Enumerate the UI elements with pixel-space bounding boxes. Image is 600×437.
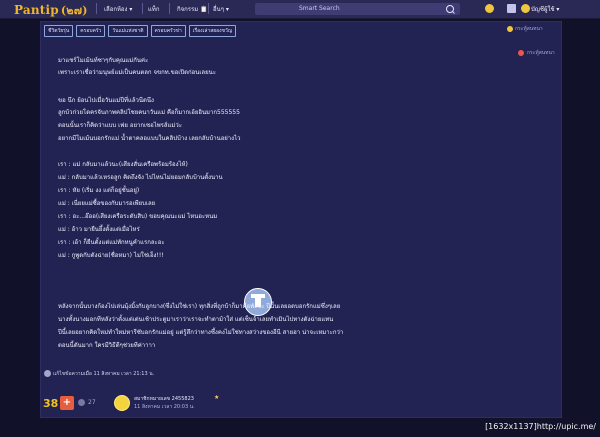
search-icon[interactable] bbox=[446, 5, 454, 13]
post-line: เรา : แม่ กลับมาแล้วนะ(เสียงสั่นเครือพร้… bbox=[58, 161, 188, 168]
edit-icon bbox=[44, 370, 51, 377]
flag-icon bbox=[518, 50, 524, 56]
top-navigation-bar: Pantip (๒๗) เลือกห้อง ▾ แท็ก กิจกรรม 📋 อื… bbox=[0, 0, 600, 19]
avatar-icon[interactable] bbox=[521, 4, 530, 13]
watermark: [1632x1137]http://upic.me/ bbox=[485, 422, 596, 431]
post-footer: 38 + 27 สมาชิกหมายเลข 2455823 11 สิงหาคม… bbox=[41, 394, 561, 412]
post-line: เรา : อะ...อ๊ออ(เสียงเครือระดับสิบ) ขอบค… bbox=[58, 213, 218, 220]
post-line: แม่ : เนี่ยยแม่ซื้อของกับมารอเพียบเลย bbox=[58, 200, 156, 207]
tag-item[interactable]: ครอบครัว bbox=[76, 25, 106, 37]
post-line: หลังจากนั้นบางก้องไปเล่นมุ้งมิ้งกับลูกบา… bbox=[58, 303, 341, 310]
post-line: นางทั้งนางมอกทีหลังว่าตั้งแต่เด่นเช้าประ… bbox=[58, 316, 334, 323]
emotion-icon[interactable] bbox=[78, 399, 85, 406]
nav-separator bbox=[208, 3, 209, 14]
author-avatar[interactable] bbox=[114, 395, 130, 411]
post-line: ตอนนั้นเราก็คิดว่าแบบ เฟย อยากเซอไพรส์แม… bbox=[58, 122, 182, 129]
reply-link[interactable]: กระทู้สนทนา bbox=[515, 25, 543, 33]
tag-item[interactable]: เรื่องเล่าสยองขวัญ bbox=[188, 25, 237, 37]
nav-separator bbox=[169, 3, 170, 14]
post-line: มาแชร์โมเม้นท์ซาๆกับคุณแม่กันค่ะ bbox=[58, 57, 149, 64]
post-line: ปีนี้เลยอยากคิดใหม่ทำใหม่หารีซับอกรักแม่… bbox=[58, 329, 344, 336]
post-line: ลูกบ้วก่วยโดครจับภาพคลิปโชยคนาวันแม่ คือ… bbox=[58, 109, 240, 116]
logo-mark: (๒๗) bbox=[60, 4, 88, 17]
search-input[interactable]: Smart Search bbox=[299, 5, 340, 12]
nav-select-room[interactable]: เลือกห้อง ▾ bbox=[104, 4, 132, 14]
tag-list: ชีวิตวัยรุ่น ครอบครัว วันแม่แห่งชาติ ครอ… bbox=[44, 25, 237, 37]
pantip-logo[interactable]: Pantip (๒๗) bbox=[14, 1, 88, 19]
post-panel: ชีวิตวัยรุ่น ครอบครัว วันแม่แห่งชาติ ครอ… bbox=[40, 21, 562, 418]
nav-separator bbox=[142, 3, 143, 14]
post-line: ขอ นึก ย้อนไปเมื่อวันแม่ปีที่แล้วนีดนึง bbox=[58, 97, 154, 104]
mail-icon[interactable] bbox=[507, 4, 516, 13]
post-date: 11 สิงหาคม เวลา 20:03 น. bbox=[134, 404, 195, 410]
tag-item[interactable]: ครอบครัวข่า bbox=[150, 25, 186, 37]
badge-icon: ★ bbox=[214, 394, 220, 401]
vote-plus-button[interactable]: + bbox=[60, 396, 74, 410]
tag-item[interactable]: วันแม่แห่งชาติ bbox=[108, 25, 148, 37]
post-line: แม่ : กูพูดกับตังฉ่าย(ชื่อหมา) ไม่ใช่เอ็… bbox=[58, 252, 164, 259]
post-line: แม่ : อ้าว มายืนยึ้งตั้งแต่เมื่อไหร่ bbox=[58, 226, 140, 233]
post-line: เพราะเราเชื่อว่ามนุษย์แม่เป็นคนตลก จขกท.… bbox=[58, 69, 216, 76]
post-line: เรา : หัย (เริ่ม งง แต่ก็อยู่ชั้นอยู่) bbox=[58, 187, 140, 194]
nav-more[interactable]: อื่นๆ ▾ bbox=[213, 4, 229, 14]
vote-count: 38 bbox=[43, 397, 59, 410]
post-line: แม่ : กลับมาแล้วเหรอลูก คิดถึงจัง ไปไหนไ… bbox=[58, 174, 223, 181]
nav-tags[interactable]: แท็ก bbox=[148, 4, 159, 14]
post-line: ตอนนี้ตันมาก ใครมีวิธีดีๆช่วยทีค่าาาา bbox=[58, 342, 156, 349]
post-line: เรา : เอ้า ก็ยืนตั้งแต่แม่ทักหนูคำแรกละอ… bbox=[58, 239, 165, 246]
author-name[interactable]: สมาชิกหมายเลข 2455823 bbox=[134, 395, 194, 403]
emotion-count: 27 bbox=[88, 399, 96, 406]
nav-activities[interactable]: กิจกรรม 📋 bbox=[177, 4, 208, 14]
post-line: อยากมีโมเม้นบอกรักแม่ น้ำตาคลอแบบในคลิปบ… bbox=[58, 135, 241, 142]
face-icon bbox=[507, 26, 513, 32]
emotion-icon[interactable] bbox=[485, 4, 494, 13]
tag-item[interactable]: ชีวิตวัยรุ่น bbox=[44, 25, 74, 37]
reply-link-secondary[interactable]: กระทู้สนทนา bbox=[527, 49, 555, 57]
edited-timestamp: แก้ไขข้อความเมื่อ 11 สิงหาคม เวลา 21:13 … bbox=[53, 371, 155, 377]
user-menu[interactable]: บัญชีผู้ใช้ ▾ bbox=[531, 4, 559, 14]
nav-separator bbox=[96, 3, 97, 14]
search-box[interactable]: Smart Search bbox=[255, 3, 460, 15]
logo-text: Pantip bbox=[14, 3, 59, 17]
